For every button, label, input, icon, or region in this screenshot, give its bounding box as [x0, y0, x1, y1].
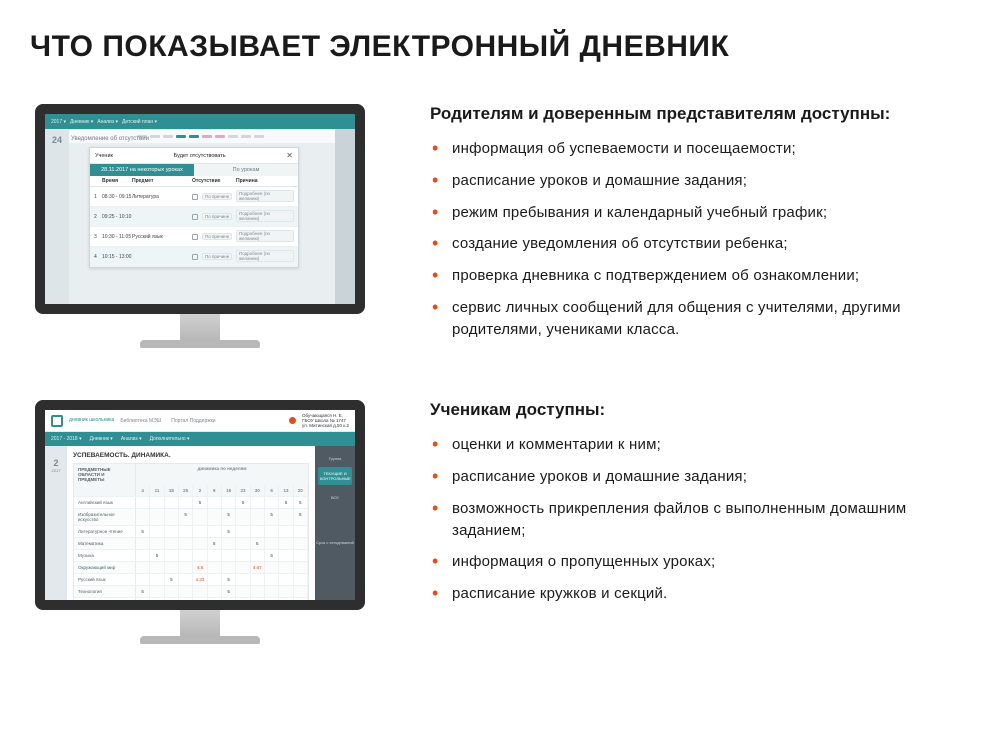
app2-logo-text: дневник школьника: [69, 418, 114, 423]
app1-date-sidebar: 24: [45, 129, 69, 304]
nav-diary[interactable]: Дневник ▾: [90, 436, 113, 442]
list-item: сервис личных сообщений для общения с уч…: [430, 297, 956, 341]
table-row: Изобразительное искусство5555: [74, 508, 308, 525]
year-dropdown[interactable]: 2017 - 2018 ▾: [51, 436, 82, 442]
table-row: Русский язык54.335: [74, 573, 308, 585]
tab-date-active[interactable]: 28.11.2017 на некоторых уроках: [90, 164, 194, 176]
list-item: оценки и комментарии к ним;: [430, 434, 956, 456]
table-row: 410:15 - 13:00По причинеПодробнее (по же…: [90, 247, 298, 267]
list-item: создание уведомления об отсутствии ребен…: [430, 233, 956, 255]
list-item: режим пребывания и календарный учебный г…: [430, 202, 956, 224]
page-title: ЧТО ПОКАЗЫВАЕТ ЭЛЕКТРОННЫЙ ДНЕВНИК: [30, 30, 956, 64]
app2-main-title: УСПЕВАЕМОСТЬ. ДИНАМИКА.: [73, 452, 309, 459]
list-item: информация о пропущенных уроках;: [430, 551, 956, 573]
section-parents: 2017 ▾ Дневник ▾ Анализ ▾ Детский план ▾…: [30, 104, 956, 350]
modal-student-value: Будет отсутствовать: [174, 153, 226, 159]
checkbox[interactable]: [192, 254, 198, 260]
user-addr: ул. Митинская д.50 к.2: [302, 423, 349, 428]
absence-modal: Ученик Будет отсутствовать ✕ 28.11.2017 …: [89, 147, 299, 268]
nav-childplan[interactable]: Детский план ▾: [122, 119, 157, 125]
app2-logo-icon: [51, 415, 63, 427]
students-list: оценки и комментарии к ним; расписание ур…: [430, 434, 956, 605]
table-row: Литературное чтение55: [74, 525, 308, 537]
nav-analysis[interactable]: Анализ ▾: [97, 119, 118, 125]
table-row: Математика55: [74, 537, 308, 549]
monitor-illustration-2: дневник школьника Библиотека МЭШ Портал …: [30, 400, 370, 644]
monitor-illustration-1: 2017 ▾ Дневник ▾ Анализ ▾ Детский план ▾…: [30, 104, 370, 350]
app2-date-sidebar: 2 2017: [45, 446, 67, 600]
table-row: Физическая культура: [74, 597, 308, 609]
list-item: информация об успеваемости и посещаемост…: [430, 138, 956, 160]
app1-topbar: 2017 ▾ Дневник ▾ Анализ ▾ Детский план ▾: [45, 114, 355, 129]
nav-diary[interactable]: Дневник ▾: [70, 119, 93, 125]
app1-right-rail: [335, 129, 355, 304]
list-item: возможность прикрепления файлов с выполн…: [430, 498, 956, 542]
modal-student-label: Ученик: [95, 153, 113, 159]
students-heading: Ученикам доступны:: [430, 400, 956, 420]
tab-by-lessons[interactable]: По урокам: [194, 164, 298, 176]
list-item: расписание уроков и домашние задания;: [430, 466, 956, 488]
app2-right-rail: Группа ТЕКУЩИЕ И КОНТРОЛЬНЫЕ ВСЕ Срок с …: [315, 446, 355, 600]
checkbox[interactable]: [192, 214, 198, 220]
absence-banner: Уведомление об отсутствии: [51, 133, 331, 145]
nav-analysis[interactable]: Анализ ▾: [121, 436, 142, 442]
list-item: расписание уроков и домашние задания;: [430, 170, 956, 192]
link-support[interactable]: Портал Поддержки: [171, 418, 215, 424]
parents-heading: Родителям и доверенным представителям до…: [430, 104, 956, 124]
col-subjects: ПРЕДМЕТНЫЕ ОБЛАСТИ И ПРЕДМЕТЫ: [74, 464, 136, 485]
section-students: дневник школьника Библиотека МЭШ Портал …: [30, 400, 956, 644]
table-row: 108:30 - 09:15ЛитератураПо причинеПодроб…: [90, 187, 298, 207]
parents-list: информация об успеваемости и посещаемост…: [430, 138, 956, 340]
grades-table: ПРЕДМЕТНЫЕ ОБЛАСТИ И ПРЕДМЕТЫ динамика п…: [73, 463, 309, 610]
year-dropdown[interactable]: 2017 ▾: [51, 119, 66, 125]
list-item: расписание кружков и секций.: [430, 583, 956, 605]
app2-header: дневник школьника Библиотека МЭШ Портал …: [45, 410, 355, 432]
col-dynamics: динамика по неделям: [136, 464, 308, 485]
checkbox[interactable]: [192, 234, 198, 240]
link-library[interactable]: Библиотека МЭШ: [120, 418, 161, 424]
app2-navbar: 2017 - 2018 ▾ Дневник ▾ Анализ ▾ Дополни…: [45, 432, 355, 446]
modal-table-head: Время Предмет Отсутствие Причина: [90, 176, 298, 187]
table-row: 209:25 - 10:10По причинеПодробнее (по же…: [90, 207, 298, 227]
close-icon[interactable]: ✕: [286, 151, 293, 160]
list-item: проверка дневника с подтверждением об оз…: [430, 265, 956, 287]
checkbox[interactable]: [192, 194, 198, 200]
nav-extra[interactable]: Дополнительно ▾: [150, 436, 190, 442]
table-row: Технология55: [74, 585, 308, 597]
table-row: 310:30 - 11:05Русский языкПо причинеПодр…: [90, 227, 298, 247]
filter-current-control[interactable]: ТЕКУЩИЕ И КОНТРОЛЬНЫЕ: [318, 467, 352, 485]
notification-badge-icon[interactable]: [289, 417, 296, 424]
table-row: Музыка55: [74, 549, 308, 561]
table-row: Окружающий мир4.54.67: [74, 561, 308, 573]
table-row: Английский язык5555: [74, 496, 308, 508]
